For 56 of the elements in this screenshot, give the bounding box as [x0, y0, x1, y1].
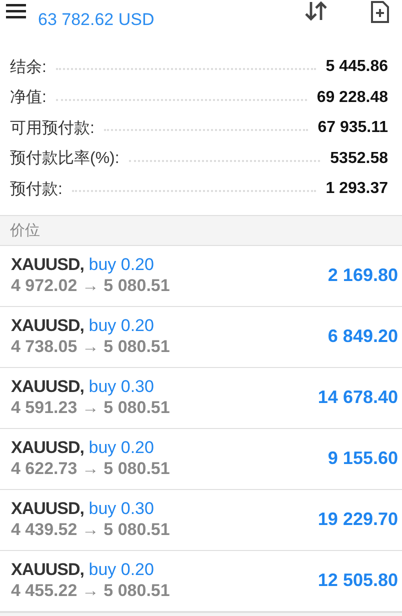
trade-label: buy 0.30 [88, 499, 154, 518]
current-price: 5 080.51 [104, 520, 170, 539]
summary-label: 可用预付款: [10, 118, 94, 139]
trade-label: buy 0.20 [88, 316, 154, 335]
profit-value: 2 169.80 [328, 265, 398, 286]
open-price: 4 439.52 [11, 520, 78, 539]
position-row[interactable]: XAUUSD, buy 0.20 4 738.05 → 5 080.51 6 849.20 [0, 306, 402, 368]
profit-value: 6 849.20 [328, 326, 398, 347]
summary-label: 预付款: [10, 180, 62, 200]
arrow-label: → [82, 581, 99, 600]
current-price: 5 080.51 [104, 276, 170, 295]
current-price: 5 080.51 [104, 398, 170, 417]
profit-value: 19 229.70 [318, 509, 398, 530]
profit-value: 14 678.40 [318, 387, 398, 408]
current-price: 5 080.51 [104, 581, 170, 600]
trade-label: buy 0.20 [88, 438, 154, 457]
summary-value: 69 228.48 [316, 88, 388, 107]
summary-value: 1 293.37 [326, 180, 388, 198]
open-price: 4 591.23 [11, 398, 78, 417]
profit-value: 9 155.60 [328, 448, 398, 469]
trade-label: buy 0.30 [88, 377, 154, 396]
current-price: 5 080.51 [104, 459, 170, 478]
account-balance: 63 782.62 USD [38, 10, 154, 30]
open-price: 4 972.02 [11, 276, 78, 295]
summary-label: 净值: [10, 88, 46, 108]
summary-value: 5 445.86 [326, 58, 388, 76]
arrow-label: → [82, 398, 99, 417]
symbol-label: XAUUSD, [11, 438, 84, 457]
symbol-label: XAUUSD, [11, 255, 84, 274]
symbol-label: XAUUSD, [11, 316, 84, 335]
menu-icon[interactable] [6, 3, 26, 19]
position-row[interactable]: XAUUSD, buy 0.30 4 591.23 → 5 080.51 14 678.40 [0, 368, 402, 428]
summary-label: 结余: [10, 58, 46, 78]
arrow-label: → [82, 459, 99, 478]
section-header: 价位 [0, 214, 402, 246]
position-row[interactable]: XAUUSD, buy 0.20 4 972.02 → 5 080.51 2 169.80 [0, 246, 402, 306]
arrow-label: → [82, 337, 99, 356]
summary-value: 5352.58 [330, 150, 388, 168]
trade-label: buy 0.20 [88, 560, 154, 579]
symbol-label: XAUUSD, [11, 560, 84, 579]
arrow-label: → [82, 276, 99, 295]
symbol-label: XAUUSD, [11, 377, 84, 396]
arrow-label: → [82, 520, 99, 539]
open-price: 4 455.22 [11, 581, 78, 600]
sort-icon[interactable] [304, 0, 328, 22]
position-row[interactable]: XAUUSD, buy 0.30 4 439.52 → 5 080.51 19 229.70 [0, 490, 402, 550]
open-price: 4 738.05 [11, 337, 78, 356]
trade-label: buy 0.20 [88, 255, 154, 274]
summary-label: 预付款比率(%): [10, 148, 120, 170]
position-row[interactable]: XAUUSD, buy 0.20 4 622.73 → 5 080.51 9 155.60 [0, 428, 402, 490]
profit-value: 12 505.80 [318, 570, 398, 591]
current-price: 5 080.51 [104, 337, 170, 356]
new-order-icon[interactable] [370, 0, 390, 24]
symbol-label: XAUUSD, [11, 499, 84, 518]
open-price: 4 622.73 [11, 459, 78, 478]
summary-value: 67 935.11 [318, 119, 388, 138]
